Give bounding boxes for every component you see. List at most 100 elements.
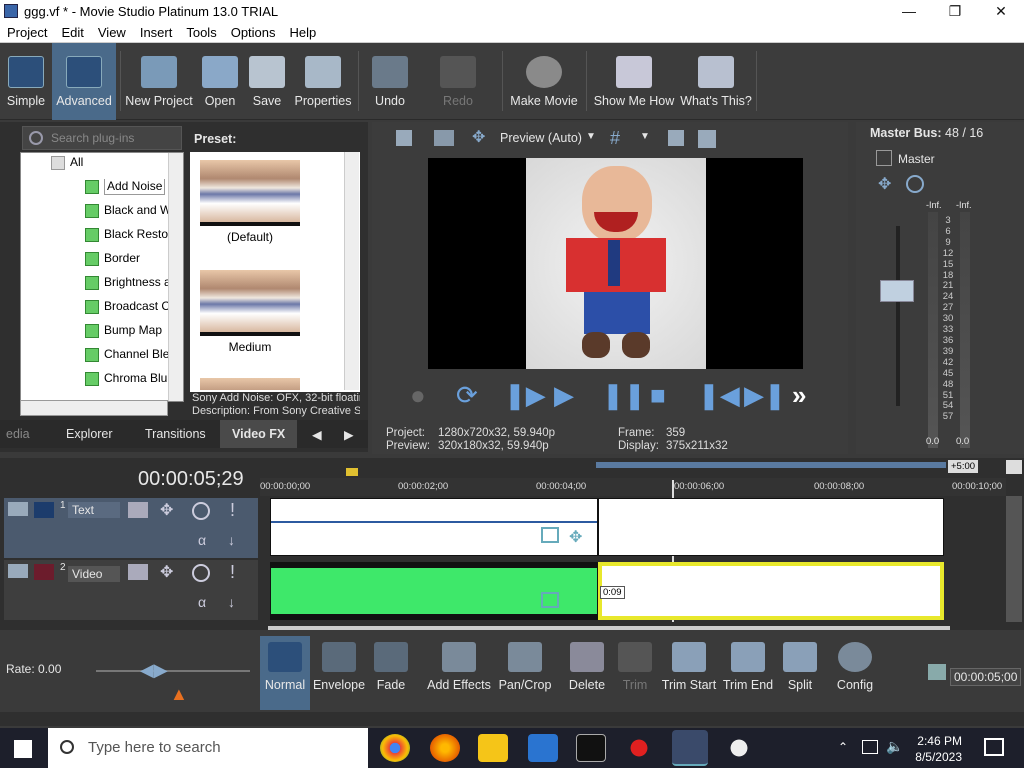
tab-video-fx[interactable]: Video FX — [220, 420, 298, 448]
insert-fx-icon[interactable]: ✥ — [878, 174, 891, 194]
green-screen-clip[interactable] — [270, 562, 598, 620]
maximize-button[interactable]: ❐ — [932, 0, 978, 23]
timeline-vscrollbar[interactable] — [1006, 496, 1022, 622]
fast-forward-icon[interactable]: » — [792, 380, 806, 411]
properties-icon[interactable] — [396, 130, 412, 146]
solo-icon[interactable]: ! — [230, 562, 235, 583]
rate-slider-handle[interactable]: ◀▶ — [140, 660, 168, 681]
preview-quality-dropdown[interactable]: Preview (Auto) — [500, 131, 582, 145]
compositing-icon[interactable]: α — [198, 594, 206, 610]
menu-options[interactable]: Options — [224, 23, 283, 42]
fade-tool-button[interactable]: Fade — [368, 636, 414, 710]
down-arrow-icon[interactable]: ↓ — [228, 594, 235, 610]
track-fx-icon[interactable]: ✥ — [160, 562, 173, 582]
time-ruler[interactable]: 00:00:00;00 00:00:02;00 00:00:04;00 00:0… — [260, 478, 1006, 496]
minimize-button[interactable]: — — [886, 0, 932, 23]
track-name[interactable]: Text — [68, 502, 120, 518]
close-button[interactable]: ✕ — [978, 0, 1024, 23]
text-clip[interactable]: ✥ — [270, 498, 598, 556]
save-snapshot-icon[interactable] — [698, 130, 716, 148]
clock-date[interactable]: 8/5/2023 — [912, 750, 962, 764]
search-plugins-input[interactable]: Search plug-ins — [22, 126, 182, 150]
store-icon[interactable] — [528, 734, 558, 762]
make-movie-button[interactable]: Make Movie — [508, 43, 580, 120]
preset-scrollbar[interactable] — [344, 152, 359, 390]
play-from-start-icon[interactable]: ❚▶ — [504, 380, 546, 411]
solo-icon[interactable]: ! — [230, 500, 235, 521]
grid-icon[interactable]: # — [610, 129, 620, 147]
chevron-down-icon[interactable]: ▼ — [586, 131, 596, 142]
menu-help[interactable]: Help — [283, 23, 324, 42]
clock-time[interactable]: 2:46 PM — [916, 734, 962, 748]
save-button[interactable]: Save — [246, 43, 288, 120]
track-motion-icon[interactable] — [128, 502, 148, 518]
delete-button[interactable]: Delete — [564, 636, 610, 710]
track-fx-icon[interactable]: ✥ — [160, 500, 173, 520]
copy-snapshot-icon[interactable] — [668, 130, 684, 146]
track-name[interactable]: Video — [68, 566, 120, 582]
preset-default[interactable]: (Default) — [198, 160, 302, 244]
pause-icon[interactable]: ❚❚ — [602, 380, 646, 411]
marker-icon[interactable] — [346, 468, 358, 476]
network-icon[interactable] — [862, 740, 878, 754]
track-menu-icon[interactable] — [8, 502, 28, 516]
stop-icon[interactable]: ■ — [650, 380, 666, 411]
whats-this-button[interactable]: What's This? — [680, 43, 752, 120]
show-me-how-button[interactable]: Show Me How — [592, 43, 676, 120]
menu-tools[interactable]: Tools — [179, 23, 223, 42]
simple-button[interactable]: Simple — [2, 43, 50, 120]
pan-crop-icon[interactable] — [541, 527, 559, 543]
monitor-icon[interactable] — [434, 130, 454, 146]
preset-medium[interactable]: Medium — [198, 270, 302, 354]
video-clip-puppet[interactable] — [598, 498, 944, 556]
7zip-icon[interactable] — [576, 734, 606, 762]
chevron-down-icon[interactable]: ▼ — [640, 131, 650, 142]
advanced-button[interactable]: Advanced — [52, 43, 116, 120]
tree-scrollbar[interactable] — [168, 153, 183, 401]
config-button[interactable]: Config — [830, 636, 880, 710]
mute-icon[interactable] — [906, 175, 924, 193]
recorder-icon[interactable] — [624, 734, 654, 762]
open-button[interactable]: Open — [198, 43, 242, 120]
preset-item[interactable] — [198, 378, 302, 390]
windows-start-icon[interactable] — [14, 740, 32, 758]
tree-hscrollbar[interactable] — [20, 400, 168, 416]
tab-prev-arrow[interactable]: ◀ — [312, 427, 322, 442]
menu-insert[interactable]: Insert — [133, 23, 180, 42]
tab-explorer[interactable]: Explorer — [66, 427, 113, 441]
record-icon[interactable]: ● — [410, 380, 426, 411]
go-to-start-icon[interactable]: ❚◀ — [698, 380, 740, 411]
track-header-video[interactable]: 2 Video ✥ ! α ↓ — [4, 560, 258, 620]
envelope-tool-button[interactable]: Envelope — [312, 636, 366, 710]
pan-crop-button[interactable]: Pan/Crop — [496, 636, 554, 710]
tab-next-arrow[interactable]: ▶ — [344, 427, 354, 442]
pan-crop-icon[interactable] — [541, 592, 559, 608]
clip-fx-icon[interactable]: ✥ — [569, 527, 582, 547]
track-header-text[interactable]: 1 Text ✥ ! α ↓ — [4, 498, 258, 558]
menu-edit[interactable]: Edit — [54, 23, 90, 42]
trim-button[interactable]: Trim — [612, 636, 658, 710]
mute-icon[interactable] — [192, 502, 210, 520]
properties-button[interactable]: Properties — [292, 43, 354, 120]
movie-studio-taskbar-icon[interactable] — [672, 730, 708, 766]
firefox-icon[interactable] — [430, 734, 460, 762]
compositing-icon[interactable]: α — [198, 532, 206, 548]
menu-project[interactable]: Project — [0, 23, 54, 42]
notifications-icon[interactable] — [984, 738, 1004, 756]
volume-fader[interactable] — [880, 280, 914, 302]
video-clip-puppet-selected[interactable]: 0:09 — [598, 562, 944, 620]
tray-chevron-icon[interactable]: ⌃ — [838, 740, 848, 754]
split-button[interactable]: Split — [778, 636, 822, 710]
tab-media[interactable]: edia — [6, 427, 30, 441]
track-menu-icon[interactable] — [8, 564, 28, 578]
normal-tool-button[interactable]: Normal — [260, 636, 310, 710]
down-arrow-icon[interactable]: ↓ — [228, 532, 235, 548]
paint-icon[interactable] — [724, 734, 754, 762]
go-to-end-icon[interactable]: ▶❚ — [744, 380, 786, 411]
volume-icon[interactable]: 🔈 — [886, 738, 903, 755]
menu-view[interactable]: View — [91, 23, 133, 42]
file-explorer-icon[interactable] — [478, 734, 508, 762]
loop-region-bar[interactable] — [596, 462, 946, 468]
end-time-display[interactable]: 00:00:05;00 — [950, 668, 1022, 686]
trim-end-button[interactable]: Trim End — [720, 636, 776, 710]
